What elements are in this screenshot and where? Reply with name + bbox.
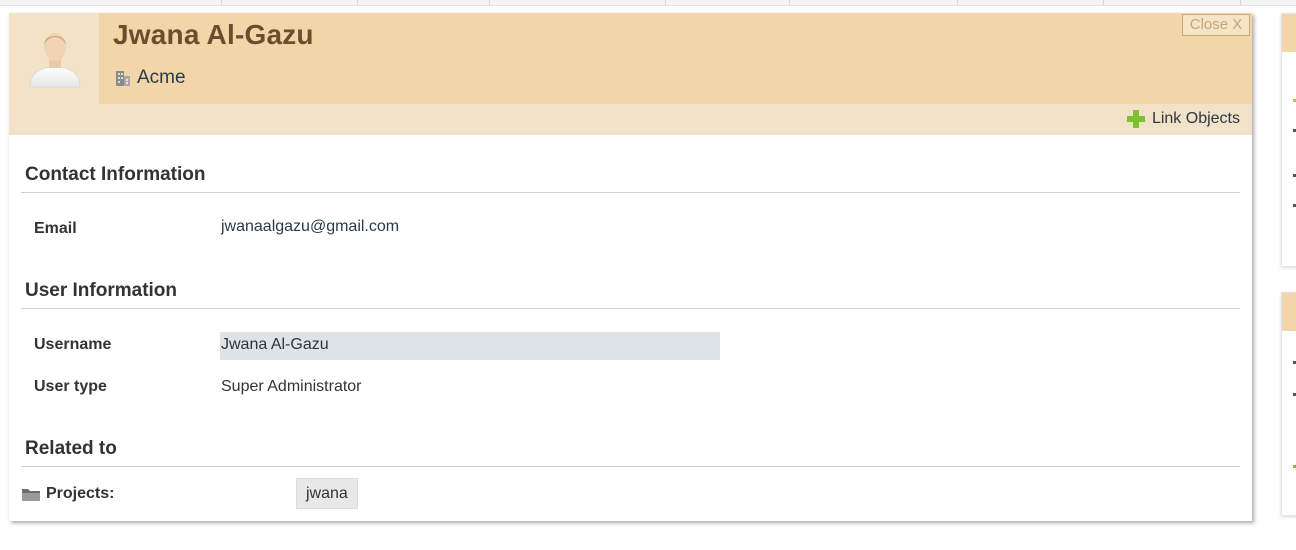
- contact-card: Jwana Al-Gazu Acme Close X Link Objects …: [9, 13, 1252, 521]
- background-header-strip: [0, 0, 1296, 6]
- email-value[interactable]: jwanaalgazu@gmail.com: [221, 218, 399, 236]
- project-tag[interactable]: jwana: [296, 478, 358, 509]
- link-objects-button[interactable]: Link Objects: [1126, 108, 1240, 130]
- user-info-title: User Information: [25, 280, 178, 301]
- section-divider: [21, 466, 1240, 467]
- section-divider: [21, 192, 1240, 193]
- background-panel-header: [1282, 14, 1296, 52]
- column-separator: [789, 0, 790, 5]
- column-separator: [221, 0, 222, 5]
- column-separator: [489, 0, 490, 5]
- column-separator: [1103, 0, 1104, 5]
- column-separator: [357, 0, 358, 5]
- username-label: Username: [34, 336, 112, 353]
- card-toolbar: Link Objects: [9, 104, 1252, 135]
- company-name: Acme: [137, 67, 186, 88]
- user-avatar-icon: [29, 33, 81, 88]
- projects-label: Projects:: [46, 485, 115, 502]
- folder-icon: [22, 489, 40, 501]
- avatar-container: [9, 13, 99, 104]
- column-separator: [1240, 0, 1241, 5]
- company-link[interactable]: Acme: [114, 67, 186, 89]
- column-separator: [957, 0, 958, 5]
- user-type-value: Super Administrator: [221, 378, 362, 395]
- background-panel-header: [1282, 293, 1296, 331]
- card-header: Jwana Al-Gazu Acme Close X: [9, 13, 1252, 104]
- close-button[interactable]: Close X: [1182, 14, 1250, 36]
- background-panel: [1281, 292, 1296, 516]
- building-icon: [116, 71, 130, 86]
- username-value: Jwana Al-Gazu: [221, 336, 329, 353]
- contact-name: Jwana Al-Gazu: [113, 19, 314, 50]
- section-divider: [21, 308, 1240, 309]
- link-objects-label: Link Objects: [1151, 110, 1240, 127]
- contact-info-title: Contact Information: [25, 164, 206, 185]
- background-panel: [1281, 13, 1296, 267]
- column-separator: [665, 0, 666, 5]
- related-title: Related to: [25, 438, 117, 459]
- plus-icon: [1126, 110, 1145, 128]
- email-label: Email: [34, 220, 77, 237]
- projects-label-row: Projects:: [21, 483, 114, 505]
- user-type-label: User type: [34, 378, 107, 395]
